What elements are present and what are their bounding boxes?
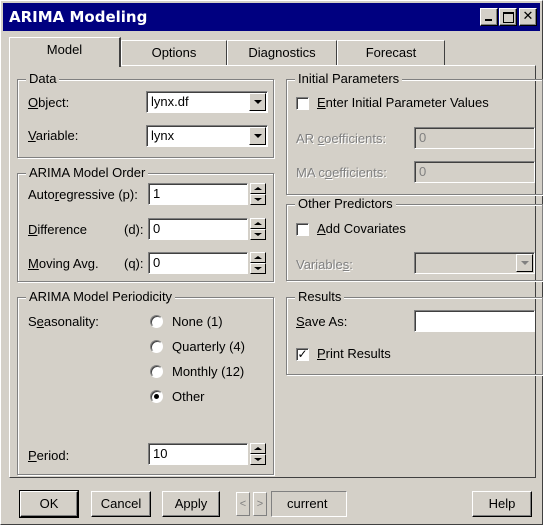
moving-avg-label: Moving Avg. bbox=[28, 256, 99, 271]
other-predictors-legend: Other Predictors bbox=[295, 196, 396, 212]
period-stepper[interactable] bbox=[250, 443, 266, 465]
initial-params-legend: Initial Parameters bbox=[295, 71, 403, 87]
moving-avg-code: (q): bbox=[124, 256, 144, 271]
spin-down-icon[interactable] bbox=[250, 263, 266, 274]
save-as-label: Save As: bbox=[296, 314, 348, 329]
radio-other[interactable] bbox=[150, 390, 163, 403]
variable-label: Variable: bbox=[28, 128, 79, 143]
add-covariates-label: Add Covariates bbox=[317, 221, 406, 236]
variable-dropdown[interactable]: lynx bbox=[146, 125, 268, 147]
print-results-label: Print Results bbox=[317, 346, 391, 361]
variable-value: lynx bbox=[151, 128, 175, 143]
variables-dropdown[interactable] bbox=[414, 252, 535, 274]
results-legend: Results bbox=[295, 289, 345, 305]
prev-object-button[interactable]: < bbox=[236, 492, 250, 516]
object-label: Object: bbox=[28, 95, 70, 110]
chevron-left-icon: < bbox=[239, 498, 247, 510]
spin-up-icon[interactable] bbox=[250, 218, 266, 229]
data-group-legend: Data bbox=[26, 71, 60, 87]
tab-options[interactable]: Options bbox=[121, 40, 227, 65]
next-object-button[interactable]: > bbox=[253, 492, 267, 516]
spin-down-icon[interactable] bbox=[250, 194, 266, 205]
add-covariates-checkbox[interactable] bbox=[296, 223, 309, 236]
radio-monthly[interactable] bbox=[150, 365, 163, 378]
results-group: Results bbox=[286, 289, 543, 375]
difference-code: (d): bbox=[124, 222, 144, 237]
ok-button[interactable]: OK bbox=[19, 490, 79, 518]
seasonality-label: Seasonality: bbox=[28, 314, 99, 329]
tab-model[interactable]: Model bbox=[9, 37, 121, 67]
radio-monthly-label: Monthly (12) bbox=[172, 364, 245, 379]
moving-avg-stepper[interactable] bbox=[250, 252, 266, 274]
moving-avg-input[interactable]: 0 bbox=[148, 252, 248, 274]
title-bar[interactable]: ARIMA Modeling ✕ bbox=[3, 3, 540, 31]
spin-down-icon[interactable] bbox=[250, 229, 266, 240]
enter-initial-params-label: Enter Initial Parameter Values bbox=[317, 95, 489, 110]
tab-strip: Model Options Diagnostics Forecast bbox=[9, 37, 449, 67]
radio-other-label: Other bbox=[172, 389, 205, 404]
window-title: ARIMA Modeling bbox=[9, 8, 148, 26]
current-object-label: current bbox=[271, 491, 347, 517]
maximize-button[interactable] bbox=[499, 8, 517, 26]
spin-up-icon[interactable] bbox=[250, 252, 266, 263]
tab-diagnostics[interactable]: Diagnostics bbox=[227, 40, 337, 65]
ar-coefficients-input[interactable]: 0 bbox=[414, 127, 535, 149]
ar-order-input[interactable]: 1 bbox=[148, 183, 248, 205]
radio-quarterly[interactable] bbox=[150, 340, 163, 353]
difference-input[interactable]: 0 bbox=[148, 218, 248, 240]
save-as-input[interactable] bbox=[414, 310, 535, 332]
chevron-right-icon: > bbox=[256, 498, 264, 510]
cancel-button[interactable]: Cancel bbox=[91, 491, 151, 517]
ma-coefficients-label: MA coefficients: bbox=[296, 165, 387, 180]
tab-forecast[interactable]: Forecast bbox=[337, 40, 445, 65]
maximize-icon bbox=[500, 9, 516, 25]
chevron-down-icon[interactable] bbox=[516, 254, 533, 272]
minimize-icon bbox=[481, 9, 497, 25]
object-value: lynx.df bbox=[151, 94, 189, 109]
radio-none[interactable] bbox=[150, 315, 163, 328]
variables-label: Variables: bbox=[296, 257, 353, 272]
period-label: Period: bbox=[28, 448, 70, 463]
ma-coefficients-input[interactable]: 0 bbox=[414, 161, 535, 183]
difference-stepper[interactable] bbox=[250, 218, 266, 240]
ar-order-stepper[interactable] bbox=[250, 183, 266, 205]
radio-quarterly-label: Quarterly (4) bbox=[172, 339, 245, 354]
ar-label: Autoregressive (p): bbox=[28, 187, 138, 202]
spin-up-icon[interactable] bbox=[250, 183, 266, 194]
chevron-down-icon[interactable] bbox=[249, 93, 266, 111]
print-results-checkbox[interactable]: ✓ bbox=[296, 348, 309, 361]
difference-label: Difference bbox=[28, 222, 88, 237]
period-input[interactable]: 10 bbox=[148, 443, 248, 465]
close-button[interactable]: ✕ bbox=[519, 8, 537, 26]
ar-coefficients-label: AR coefficients: bbox=[296, 131, 387, 146]
arima-dialog: ARIMA Modeling ✕ Model Options Diagnosti… bbox=[0, 0, 543, 525]
close-icon: ✕ bbox=[522, 9, 534, 24]
spin-up-icon[interactable] bbox=[250, 443, 266, 454]
spin-down-icon[interactable] bbox=[250, 454, 266, 465]
minimize-button[interactable] bbox=[480, 8, 498, 26]
apply-button[interactable]: Apply bbox=[162, 491, 220, 517]
model-order-legend: ARIMA Model Order bbox=[26, 165, 149, 181]
chevron-down-icon[interactable] bbox=[249, 127, 266, 145]
enter-initial-params-checkbox[interactable] bbox=[296, 97, 309, 110]
periodicity-legend: ARIMA Model Periodicity bbox=[26, 289, 176, 305]
help-button[interactable]: Help bbox=[472, 491, 532, 517]
radio-none-label: None (1) bbox=[172, 314, 223, 329]
object-dropdown[interactable]: lynx.df bbox=[146, 91, 268, 113]
